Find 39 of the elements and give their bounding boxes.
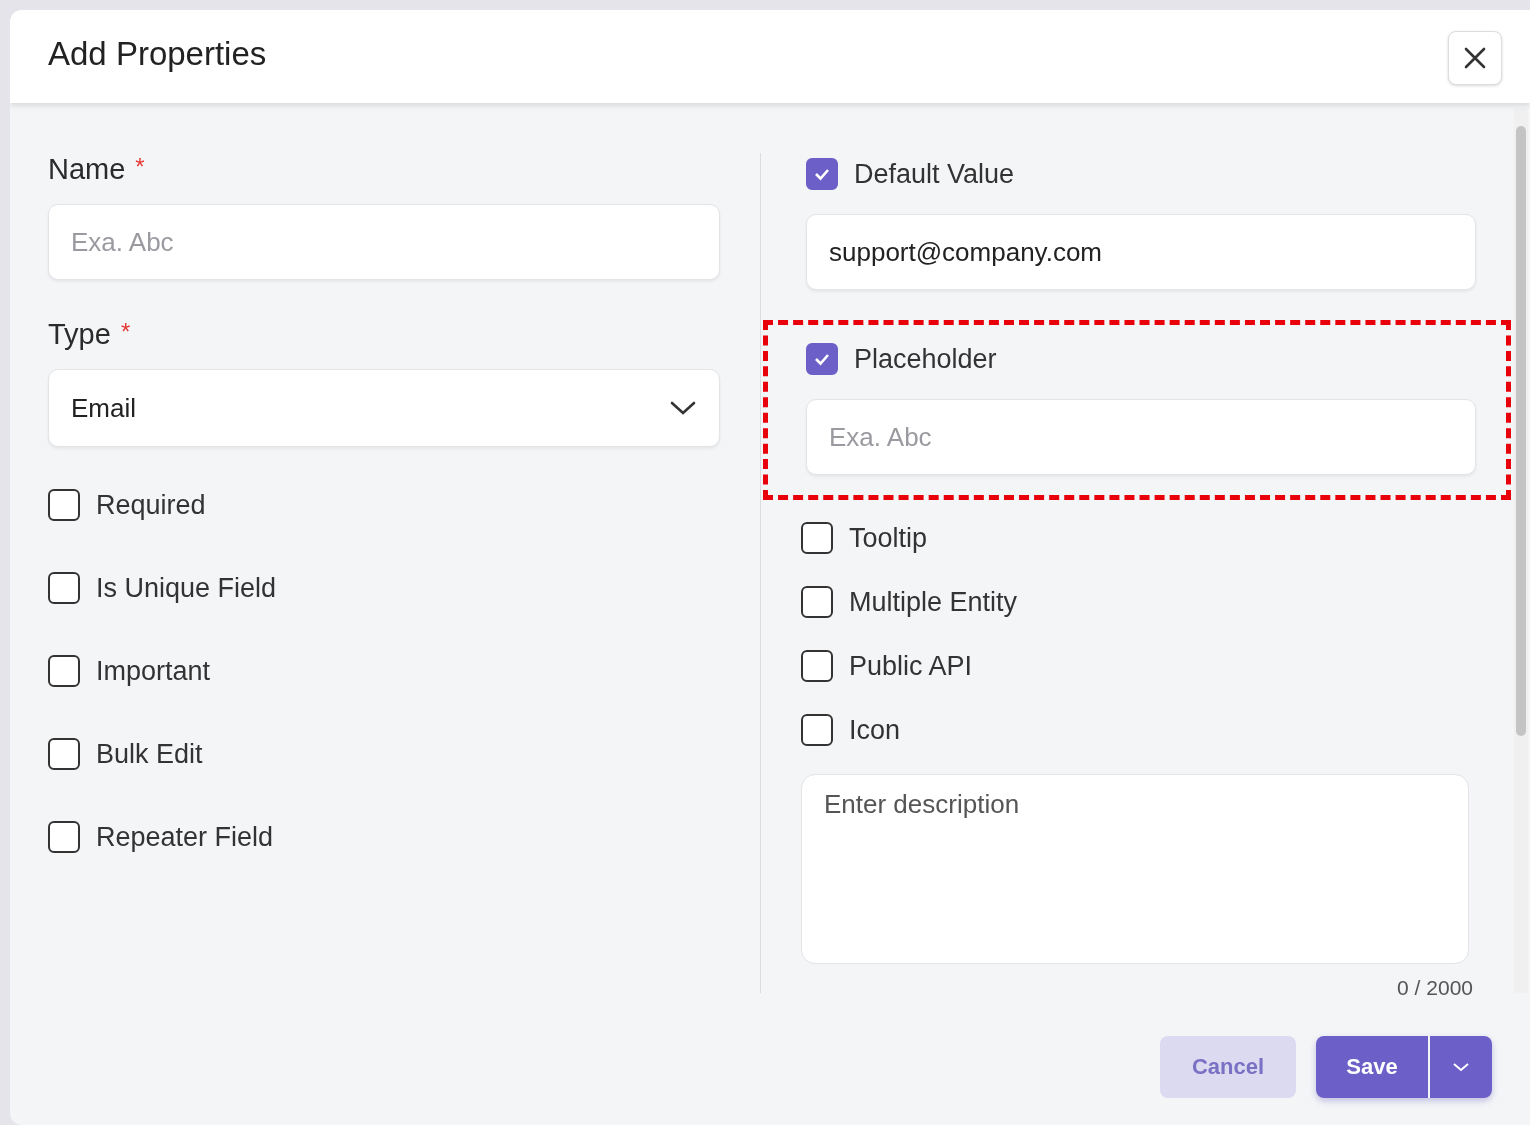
checkbox-label: Is Unique Field: [96, 572, 277, 604]
checkbox[interactable]: [48, 655, 80, 687]
checkbox[interactable]: [48, 489, 80, 521]
field-label: Type: [48, 318, 111, 351]
checkbox[interactable]: [48, 572, 80, 604]
checkbox[interactable]: [801, 586, 833, 618]
checkbox-label: Required: [96, 489, 206, 521]
checkbox-label: Default Value: [854, 158, 1015, 190]
dialog-title: Add Properties: [48, 34, 267, 73]
chevron-down-icon: [669, 400, 697, 416]
checkbox[interactable]: [48, 738, 80, 770]
checkbox[interactable]: [806, 158, 838, 190]
description-field[interactable]: Enter description: [801, 774, 1469, 964]
caret-icon: [1451, 1061, 1471, 1073]
checkbox-label: Multiple Entity: [849, 586, 1018, 618]
close-icon: [1463, 45, 1487, 70]
checkbox[interactable]: [801, 714, 833, 746]
checkbox[interactable]: [48, 821, 80, 853]
checkbox-label: Public API: [849, 650, 973, 682]
checkbox[interactable]: [801, 650, 833, 682]
text-input[interactable]: Exa. Abc: [806, 399, 1476, 475]
checkbox-label: Placeholder: [854, 343, 997, 375]
close-button[interactable]: [1448, 30, 1502, 85]
checkbox-label: Icon: [849, 714, 901, 746]
checkbox-label: Tooltip: [849, 522, 928, 554]
checkbox[interactable]: [801, 522, 833, 554]
text-input[interactable]: support@company.com: [806, 214, 1476, 290]
required-mark: *: [135, 153, 145, 182]
required-mark: *: [120, 318, 131, 347]
character-counter: 0 / 2000: [1397, 976, 1473, 1000]
save-button[interactable]: Save: [1316, 1036, 1428, 1098]
type-select[interactable]: Email: [48, 369, 720, 447]
name-input[interactable]: Exa. Abc: [48, 204, 720, 280]
scrollbar[interactable]: [1514, 108, 1528, 993]
field-label: Name: [48, 153, 126, 186]
checkbox-label: Repeater Field: [96, 821, 274, 853]
checkbox[interactable]: [806, 343, 838, 375]
checkbox-label: Bulk Edit: [96, 738, 203, 770]
checkbox-label: Important: [96, 655, 211, 687]
